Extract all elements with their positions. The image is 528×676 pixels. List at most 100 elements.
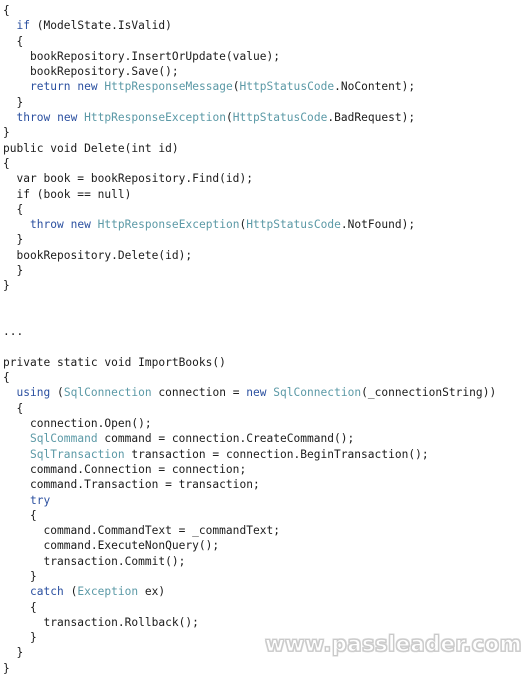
code-token-id: (_connectionString)) [361,386,497,400]
code-token-pun: { [3,401,24,415]
code-token-pun: } [3,126,10,140]
code-line: command.Connection = connection; [0,462,528,477]
code-line: bookRepository.Delete(id); [0,248,528,263]
code-token-kw: new [57,111,78,125]
code-line: } [0,278,528,293]
code-token-pun: { [3,156,10,170]
code-token-pun [3,80,30,93]
code-token-kw: new [70,218,91,232]
code-token-pun [3,19,17,32]
code-token-pun: { [3,371,10,385]
code-token-pun: ( [232,80,240,94]
code-line: return new HttpResponseMessage(HttpStatu… [0,79,528,94]
code-token-pun [3,448,30,461]
code-token-id: transaction = connection.BeginTransactio… [124,447,429,461]
code-token-kw: catch [30,585,64,599]
code-token-pun: } [3,646,24,660]
code-line: command.Transaction = transaction; [0,477,528,492]
code-token-pun [3,432,30,445]
code-token-kw: try [30,493,51,507]
code-line: ... [0,324,528,339]
code-line: catch (Exception ex) [0,584,528,599]
code-token-pun: ( [225,111,233,125]
code-token-id: ... [3,325,24,339]
code-line: } [0,569,528,584]
code-token-type: HttpResponseException [84,111,226,125]
code-token-id: if (book == null) [3,187,132,201]
code-token-id: bookRepository.Save(); [3,65,179,79]
code-token-type: SqlConnection [63,386,152,400]
code-line: throw new HttpResponseException(HttpStat… [0,110,528,125]
code-line: } [0,630,528,645]
code-token-pun: { [3,4,10,17]
code-token-type: SqlCommand [30,432,98,446]
code-token-id: bookRepository.Delete(id); [3,248,193,262]
code-listing: { if (ModelState.IsValid) { bookReposito… [0,0,528,675]
code-token-pun: { [3,600,37,614]
code-token-kw: if [16,19,31,33]
code-line: { [0,202,528,217]
code-line: SqlTransaction transaction = connection.… [0,447,528,462]
code-token-type: HttpResponseException [97,218,240,232]
code-token-pun: ( [63,585,78,599]
code-token-id: connection = [151,386,247,400]
code-line: bookRepository.InsertOrUpdate(value); [0,49,528,64]
code-line: var book = bookRepository.Find(id); [0,171,528,186]
code-token-pun: ( [50,386,64,400]
code-token-id: command.Transaction = transaction; [3,478,260,492]
code-token-id: bookRepository.InsertOrUpdate(value); [3,49,280,63]
code-line: connection.Open(); [0,416,528,431]
code-token-pun: { [3,508,37,522]
code-line: command.CommandText = _commandText; [0,523,528,538]
code-token-pun: } [3,233,24,247]
code-line: command.ExecuteNonQuery(); [0,538,528,553]
code-token-pun: } [3,631,37,645]
code-line: } [0,661,528,676]
code-token-pun: { [3,34,24,48]
code-line: { [0,34,528,49]
code-token-type: HttpResponseMessage [104,80,233,94]
code-token-id: public void Delete(int id) [3,141,179,155]
code-token-id: command.CommandText = _commandText; [3,524,280,538]
code-token-id: .NoContent); [334,80,416,94]
code-token-pun: } [3,279,10,293]
code-line: } [0,263,528,278]
code-token-pun [3,386,17,399]
code-token-pun [3,585,30,598]
code-token-id [91,218,98,231]
code-line: { [0,508,528,523]
code-token-pun [3,494,30,507]
code-token-id: connection.Open(); [3,417,152,431]
code-token-id: command.Connection = connection; [3,462,247,476]
code-token-pun: } [3,569,37,583]
code-token-type: Exception [77,585,139,599]
code-token-kw: throw [16,111,51,125]
code-token-type: SqlTransaction [30,447,125,461]
code-line: SqlCommand command = connection.CreateCo… [0,431,528,446]
code-token-id: transaction.Rollback(); [3,615,199,629]
code-line: { [0,3,528,18]
code-token-id: private static void ImportBooks() [3,355,226,369]
code-line: } [0,95,528,110]
code-token-id: transaction.Commit(); [3,554,186,568]
code-line: } [0,232,528,247]
code-token-pun: } [3,661,10,675]
code-line: private static void ImportBooks() [0,355,528,370]
code-token-id: command = connection.CreateCommand(); [97,432,355,446]
code-token-kw: new [246,386,267,400]
code-line: } [0,125,528,140]
code-token-pun: } [3,95,24,109]
code-line: bookRepository.Save(); [0,64,528,79]
code-token-type: HttpStatusCode [239,80,335,94]
code-token-kw: return [30,80,71,94]
code-line: { [0,156,528,171]
code-token-id: var book = bookRepository.Find(id); [3,172,253,186]
code-token-kw: using [16,386,51,400]
code-line: if (book == null) [0,187,528,202]
code-token-type: HttpStatusCode [246,218,341,232]
code-token-id: .BadRequest); [327,111,416,125]
code-line: transaction.Rollback(); [0,615,528,630]
